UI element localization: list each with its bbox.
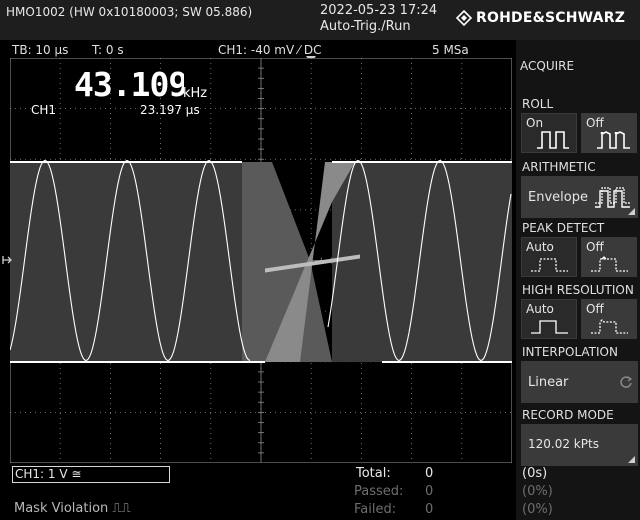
failed-percent: (0%) — [522, 502, 553, 517]
trigger-time[interactable]: T: 0 s — [92, 43, 124, 57]
roll-on-waveform-icon — [537, 131, 569, 149]
submenu-corner-icon — [628, 208, 635, 215]
interpolation-button[interactable]: Linear — [521, 361, 638, 403]
peak-detect-title: PEAK DETECT — [522, 221, 605, 235]
envelope-band — [10, 161, 512, 363]
svg-text:43.109: 43.109 — [74, 68, 184, 102]
interpolation-value: Linear — [528, 375, 569, 390]
record-mode-value: 120.02 kPts — [528, 437, 599, 451]
date-time: 2022-05-23 17:24 — [320, 3, 438, 18]
waveform-display[interactable] — [10, 58, 512, 463]
roll-off-waveform-icon — [597, 131, 630, 149]
peak-detect-off-label: Off — [586, 240, 604, 254]
rotary-knob-icon — [620, 376, 633, 388]
envelope-right — [332, 162, 512, 362]
high-resolution-auto-icon — [531, 320, 568, 334]
roll-off-label: Off — [586, 116, 604, 130]
total-percent: (0s) — [522, 466, 548, 481]
frequency-unit: kHz — [183, 86, 208, 101]
trigger-state: Auto-Trig./Run — [320, 19, 411, 34]
record-mode-button[interactable]: 120.02 kPts — [521, 424, 638, 466]
roll-title: ROLL — [522, 97, 554, 111]
brand-name: ROHDE&SCHWARZ — [476, 10, 626, 26]
high-resolution-title: HIGH RESOLUTION — [522, 283, 634, 297]
envelope-left — [10, 162, 242, 362]
passed-label: Passed: — [354, 484, 404, 499]
peak-detect-off-button[interactable]: Off — [581, 237, 637, 277]
ground-level-marker-icon[interactable] — [2, 253, 14, 267]
high-resolution-off-label: Off — [586, 302, 604, 316]
failed-label: Failed: — [354, 502, 397, 517]
roll-off-button[interactable]: Off — [581, 113, 637, 153]
submenu-corner-icon — [628, 456, 635, 463]
total-value: 0 — [425, 466, 434, 481]
passed-percent: (0%) — [522, 484, 553, 499]
arithmetic-title: ARITHMETIC — [522, 160, 596, 174]
rohde-schwarz-logo-icon — [456, 10, 472, 26]
frequency-readout: 43.109 — [74, 68, 184, 102]
peak-detect-auto-label: Auto — [526, 240, 554, 254]
high-resolution-off-button[interactable]: Off — [581, 299, 637, 339]
peak-detect-auto-icon — [531, 258, 568, 272]
device-model: HMO1002 (HW 0x10180003; SW 05.886) — [6, 5, 253, 19]
readout-channel: CH1 — [31, 103, 57, 117]
roll-on-label: On — [526, 116, 544, 130]
passed-value: 0 — [425, 484, 434, 499]
interpolation-title: INTERPOLATION — [522, 345, 618, 359]
ch1-scale: CH1: 1 V ≅ — [15, 467, 82, 481]
sample-rate: 5 MSa — [432, 43, 469, 57]
peak-detect-auto-button[interactable]: Auto — [521, 237, 577, 277]
record-mode-title: RECORD MODE — [522, 408, 614, 422]
ch1-scale-box[interactable]: CH1: 1 V ≅ — [12, 466, 170, 483]
arithmetic-value: Envelope — [528, 190, 588, 205]
channel-setting[interactable]: CH1: -40 mV ⁄ DC — [218, 43, 321, 57]
high-resolution-auto-label: Auto — [526, 302, 554, 316]
period-readout: 23.197 µs — [140, 103, 200, 117]
peak-detect-off-icon — [591, 256, 628, 272]
failed-value: 0 — [425, 502, 434, 517]
menu-title: ACQUIRE — [520, 59, 575, 73]
mask-violation-label: Mask Violation ⎍⎍ — [14, 501, 131, 516]
high-resolution-off-icon — [591, 319, 628, 334]
arithmetic-button[interactable]: Envelope — [521, 176, 638, 218]
roll-on-button[interactable]: On — [521, 113, 577, 153]
high-resolution-auto-button[interactable]: Auto — [521, 299, 577, 339]
timebase[interactable]: TB: 10 µs — [12, 43, 68, 57]
total-label: Total: — [356, 466, 391, 481]
